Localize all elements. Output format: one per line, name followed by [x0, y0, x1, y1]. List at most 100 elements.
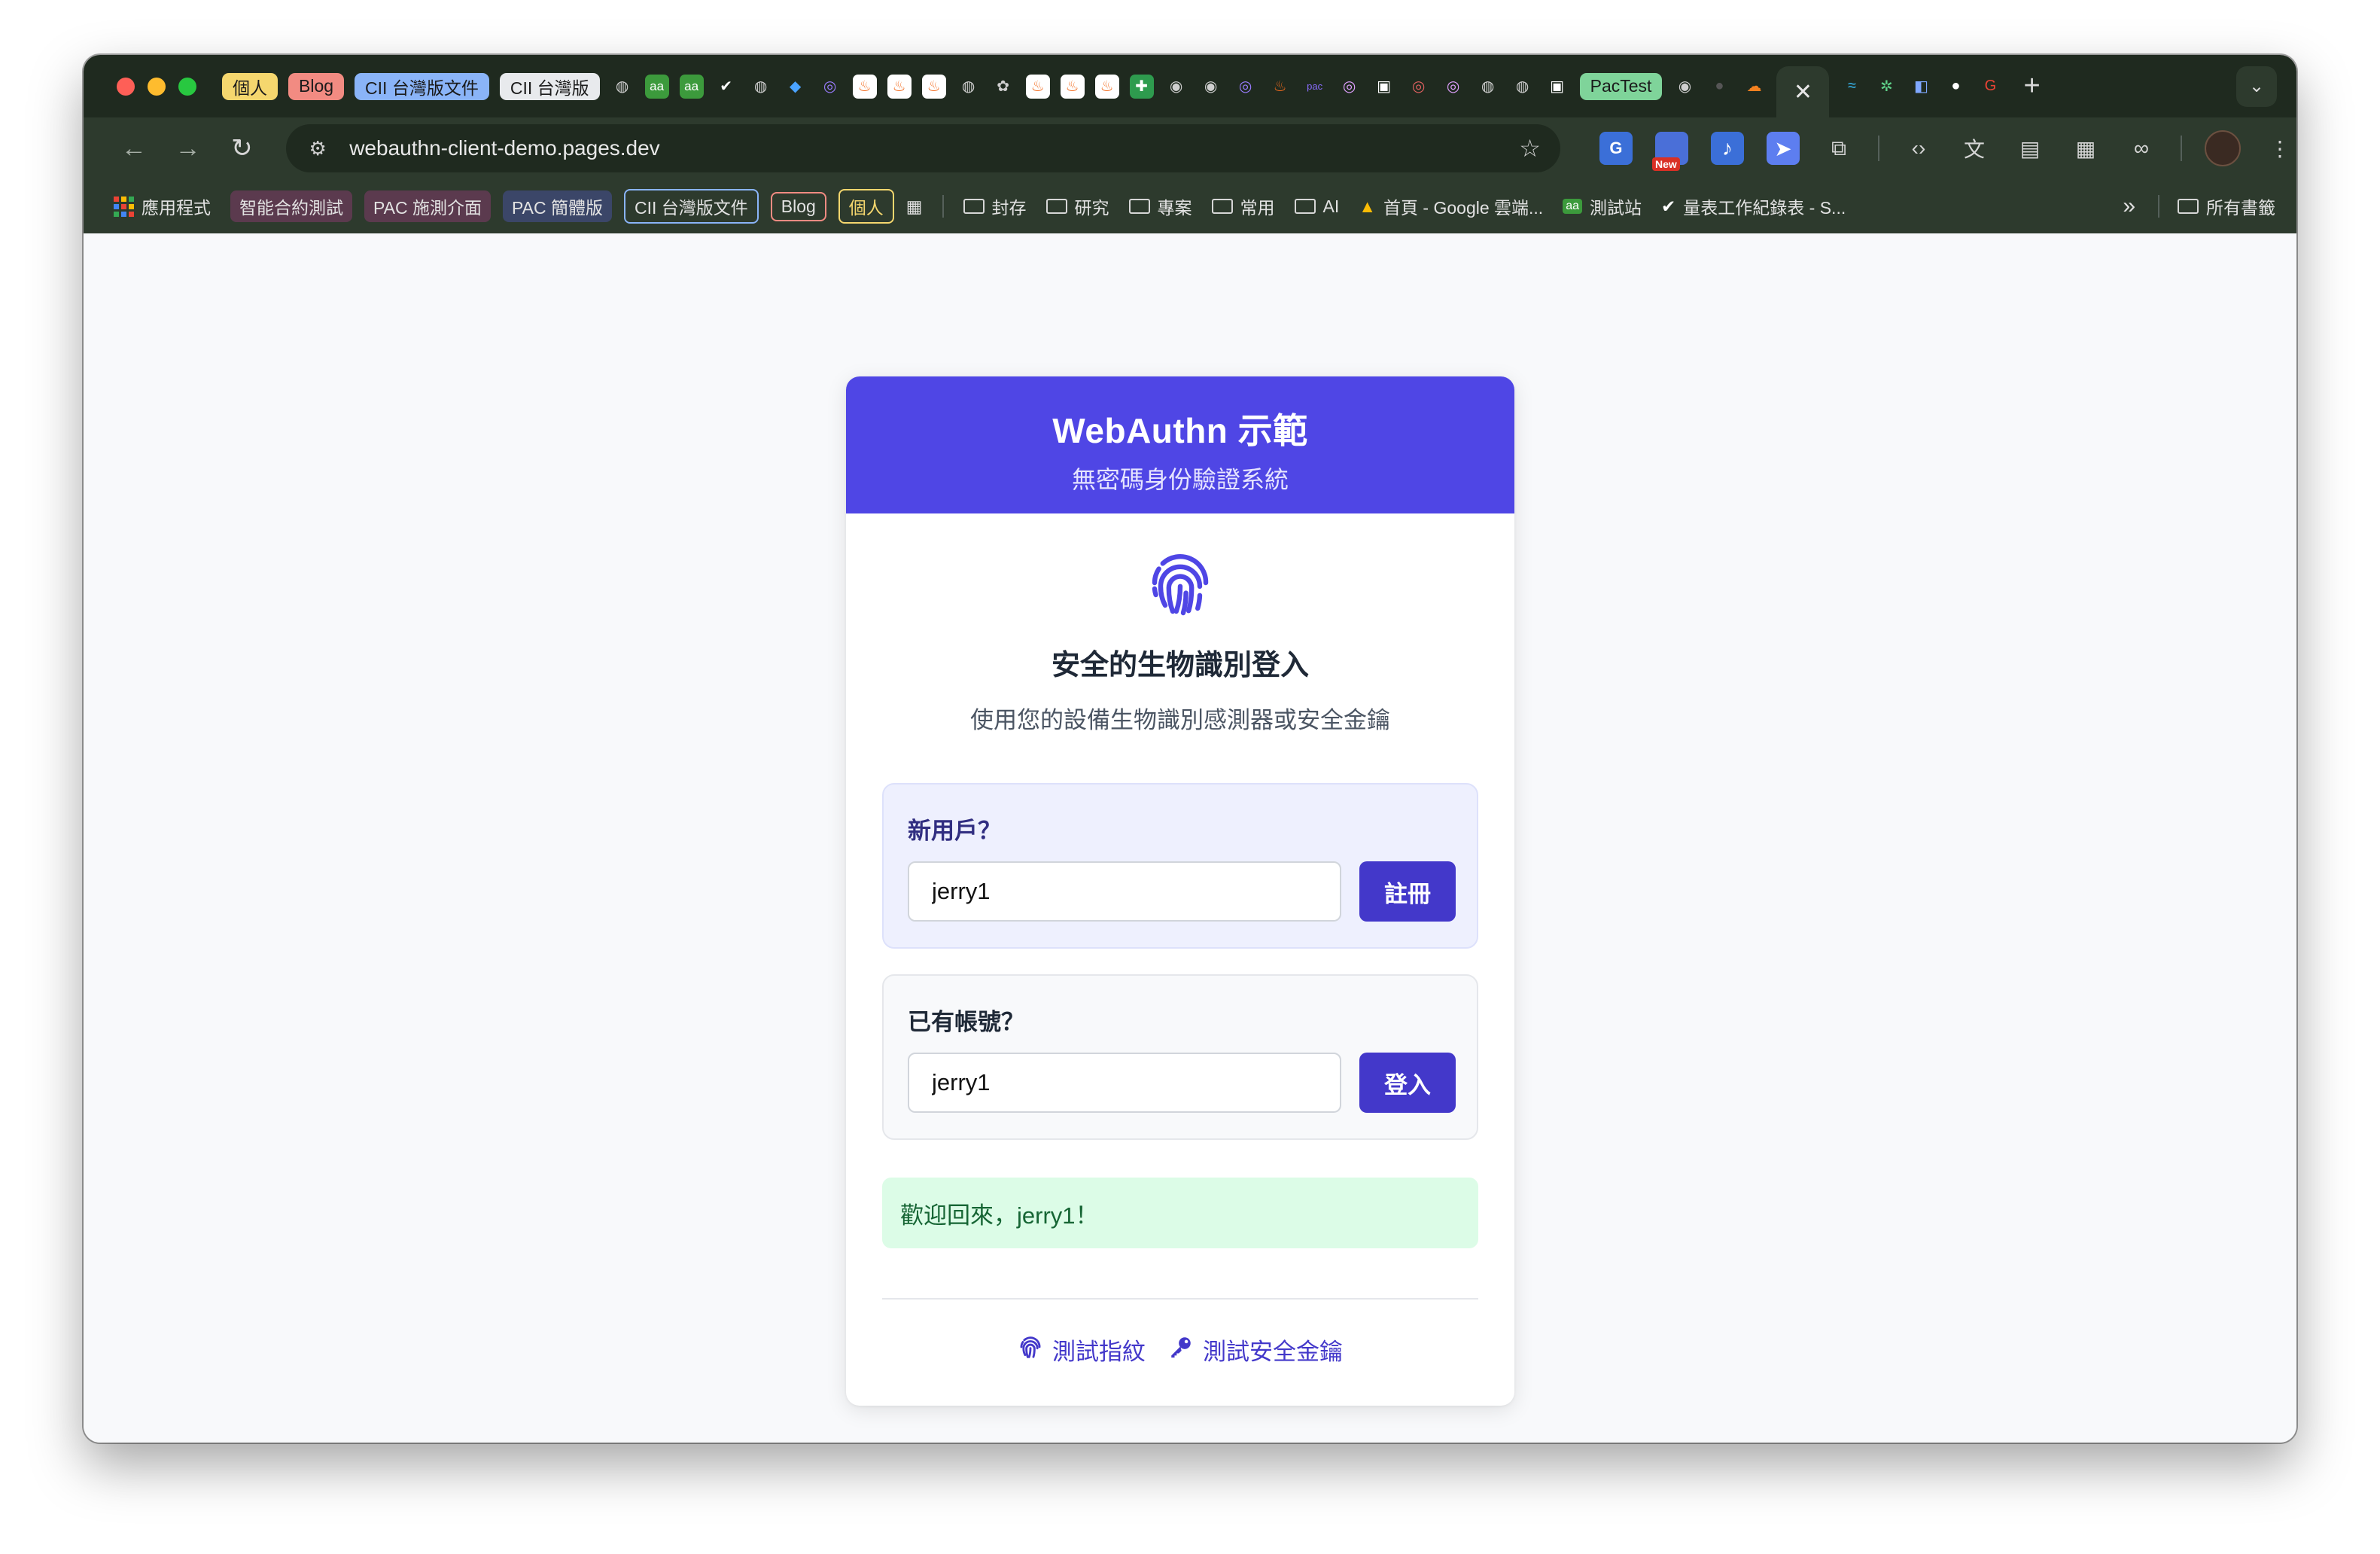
bookmark-folder-ai[interactable]: AI [1294, 197, 1339, 217]
site-settings-icon[interactable]: ⚙ [303, 137, 333, 160]
bookmark-pac-simplified[interactable]: PAC 簡體版 [502, 190, 612, 222]
tiktok-extension-icon[interactable]: ♪ [1710, 132, 1744, 165]
code-icon[interactable]: ‹› [1902, 132, 1935, 165]
cloudflare-tab-icon[interactable]: ☁ [1742, 75, 1766, 99]
bookmark-worklog[interactable]: ✔ 量表工作紀錄表 - S... [1661, 193, 1846, 219]
bookmark-grid-icon[interactable]: ▦ [906, 197, 923, 217]
chrome-tab-icon[interactable]: ◉ [1672, 75, 1697, 99]
more-menu-icon[interactable]: ⋮ [2263, 132, 2296, 165]
circle-tab-icon[interactable]: ◎ [818, 75, 842, 99]
globe-icon[interactable]: ◍ [749, 75, 773, 99]
translate-extension-icon[interactable]: G [1599, 132, 1633, 165]
circle-tab-icon[interactable]: ◎ [1441, 75, 1465, 99]
puzzle-icon[interactable]: ⧉ [1822, 132, 1855, 165]
bookmark-test-site[interactable]: aa 測試站 [1563, 193, 1642, 219]
minimize-window-button[interactable] [148, 77, 166, 96]
globe-icon[interactable]: ◍ [1476, 75, 1500, 99]
bookmark-cii-docs[interactable]: CII 台灣版文件 [623, 189, 759, 224]
chevron-down-icon[interactable]: ⌄ [2236, 66, 2277, 107]
test-security-key-link[interactable]: 測試安全金鑰 [1168, 1333, 1343, 1367]
globe-icon[interactable]: ◍ [957, 75, 981, 99]
login-button[interactable]: 登入 [1359, 1053, 1456, 1113]
bookmark-folder-archive[interactable]: 封存 [963, 193, 1027, 219]
bookmark-all-bookmarks[interactable]: 所有書籤 [2178, 193, 2275, 219]
jira-tab-icon[interactable]: ◆ [784, 75, 808, 99]
bookmarks-overflow-button[interactable]: » [2123, 193, 2135, 219]
bookmark-smart-contract[interactable]: 智能合約測試 [230, 190, 352, 222]
hero-description: 使用您的設備生物識別感測器或安全金鑰 [970, 707, 1390, 733]
bookmark-pac-test[interactable]: PAC 施測介面 [364, 190, 491, 222]
link-icon[interactable]: ∞ [2125, 132, 2158, 165]
app-subtitle: 無密碼身份驗證系統 [1071, 466, 1289, 493]
bookmark-folder-research[interactable]: 研究 [1045, 193, 1109, 219]
tab-group-personal[interactable]: 個人 [222, 72, 278, 100]
tab-group-pactest[interactable]: PacTest [1579, 72, 1663, 100]
bookmark-label: 測試站 [1590, 198, 1642, 218]
close-window-button[interactable] [117, 77, 135, 96]
circle-tab-icon[interactable]: ◎ [1234, 75, 1258, 99]
active-tab[interactable]: ✕ [1776, 66, 1830, 117]
globe-icon[interactable]: ◍ [1511, 75, 1535, 99]
puzzle-tab-icon[interactable]: ▣ [1372, 75, 1396, 99]
google-tab-icon[interactable]: G [1978, 75, 2002, 99]
aa-tab-icon[interactable]: aa [679, 74, 704, 99]
flame-tab-icon[interactable]: ♨ [1094, 74, 1119, 99]
tab-group-cii-docs[interactable]: CII 台灣版文件 [355, 72, 489, 100]
bookmark-folder-common[interactable]: 常用 [1211, 193, 1275, 219]
circle-tab-icon[interactable]: ◉ [1199, 75, 1223, 99]
bookmark-google-drive[interactable]: ▲ 首頁 - Google 雲端... [1359, 193, 1543, 219]
flame-tab-icon[interactable]: ♨ [1025, 74, 1050, 99]
register-username-input[interactable] [908, 861, 1341, 922]
bookmark-blog[interactable]: Blog [770, 191, 826, 221]
qr-code-icon[interactable]: ▦ [2069, 132, 2102, 165]
dark-circle-tab-icon[interactable]: ● [1707, 75, 1731, 99]
url-text[interactable]: webauthn-client-demo.pages.dev [349, 136, 1519, 160]
folder-icon [1211, 199, 1233, 214]
cube-tab-icon[interactable]: ◧ [1909, 75, 1933, 99]
flame-tab-icon[interactable]: ♨ [1268, 75, 1292, 99]
checkmark-tab-icon[interactable]: ✔ [714, 75, 738, 99]
register-button[interactable]: 註冊 [1359, 861, 1456, 922]
cursor-extension-icon[interactable]: ➤ [1766, 132, 1800, 165]
bookmark-label: 首頁 - Google 雲端... [1383, 198, 1544, 218]
flame-tab-icon[interactable]: ♨ [887, 74, 912, 99]
pac-tab-icon[interactable]: pac [1303, 75, 1327, 99]
bookmark-personal[interactable]: 個人 [838, 189, 894, 224]
test-fingerprint-link[interactable]: 測試指紋 [1018, 1333, 1146, 1367]
plus-tab-icon[interactable]: ✚ [1129, 74, 1154, 99]
close-tab-icon[interactable]: ✕ [1794, 79, 1812, 105]
google-drive-icon: ▲ [1359, 196, 1377, 216]
login-username-input[interactable] [908, 1053, 1341, 1113]
github-tab-icon[interactable]: ● [1943, 75, 1968, 99]
puzzle-tab-icon[interactable]: ▣ [1545, 75, 1569, 99]
bookmark-folder-projects[interactable]: 專案 [1128, 193, 1192, 219]
forward-arrow-icon[interactable]: → [165, 125, 212, 172]
profile-avatar[interactable] [2204, 130, 2241, 166]
layout-icon[interactable]: ▤ [2013, 132, 2047, 165]
aa-icon: aa [1563, 199, 1582, 214]
openai-tab-icon[interactable]: ✿ [991, 75, 1015, 99]
network-tab-icon[interactable]: ✲ [1874, 75, 1898, 99]
flame-tab-icon[interactable]: ♨ [921, 74, 946, 99]
circle-tab-icon[interactable]: ◎ [1407, 75, 1431, 99]
flame-tab-icon[interactable]: ♨ [852, 74, 877, 99]
circle-tab-icon[interactable]: ◎ [1338, 75, 1362, 99]
flame-tab-icon[interactable]: ♨ [1060, 74, 1085, 99]
globe-icon[interactable]: ◍ [610, 75, 635, 99]
aa-tab-icon[interactable]: aa [644, 74, 669, 99]
new-tab-button[interactable]: + [2023, 70, 2040, 102]
webauthn-card: WebAuthn 示範 無密碼身份驗證系統 安全的生物識別登入 使用您的設備生物… [846, 376, 1514, 1406]
zoom-window-button[interactable] [178, 77, 196, 96]
back-arrow-icon[interactable]: ← [111, 125, 157, 172]
reload-icon[interactable]: ↻ [218, 125, 265, 172]
bookmark-apps[interactable]: 應用程式 [114, 193, 211, 219]
bookmark-star-icon[interactable]: ☆ [1519, 134, 1541, 163]
tab-group-blog[interactable]: Blog [288, 72, 345, 100]
browser-window: 個人 Blog CII 台灣版文件 CII 台灣版 ◍ aa aa ✔ ◍ ◆ … [84, 55, 2296, 1443]
circle-tab-icon[interactable]: ◉ [1164, 75, 1188, 99]
tailwind-tab-icon[interactable]: ≈ [1840, 75, 1864, 99]
news-extension-icon[interactable]: New [1651, 132, 1688, 171]
translate-icon[interactable]: 文 [1958, 132, 1991, 165]
tab-group-cii[interactable]: CII 台灣版 [499, 72, 600, 100]
address-bar[interactable]: ⚙ webauthn-client-demo.pages.dev ☆ [286, 124, 1560, 172]
